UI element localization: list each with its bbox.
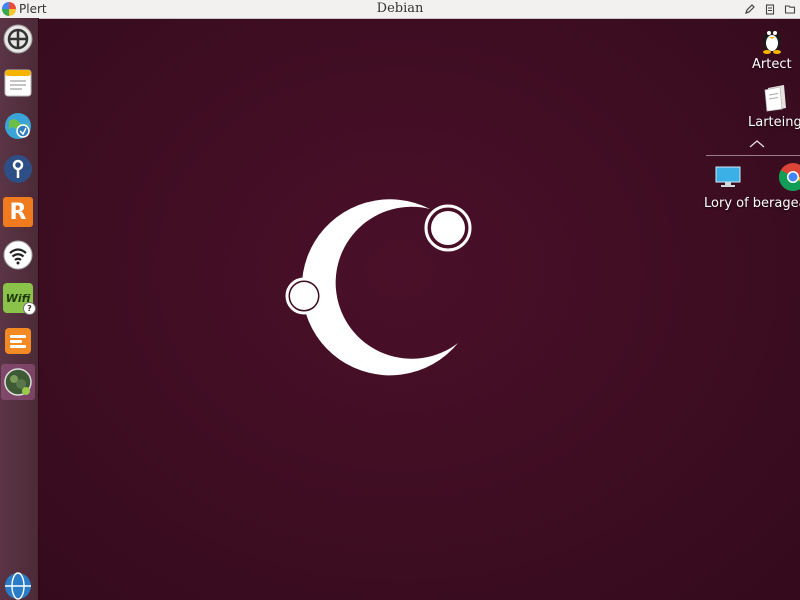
network-globe-icon — [3, 111, 33, 141]
desktop-icon-artect[interactable]: Artect — [752, 24, 792, 72]
chevron-up-icon[interactable] — [748, 138, 766, 150]
linux-tux-icon — [762, 30, 781, 54]
desktop-icon-larteing[interactable]: Larteing — [748, 84, 800, 130]
app-menu[interactable]: Plert — [2, 0, 47, 18]
monitor-icon — [715, 166, 741, 187]
text-editor-icon — [3, 68, 33, 98]
launcher-item-browser[interactable] — [1, 568, 35, 600]
r-app-icon: R — [3, 197, 33, 227]
clipboard-icon[interactable] — [764, 3, 776, 15]
launcher-item-r-app[interactable]: R — [1, 194, 35, 230]
desktop: Plert Debian R Wifi ? Artect Larteing Lo… — [0, 0, 800, 600]
system-tray — [744, 0, 796, 18]
launcher-item-orange-list[interactable] — [1, 323, 35, 359]
wifi-settings-icon: Wifi ? — [3, 283, 36, 315]
top-panel: Plert Debian — [0, 0, 800, 19]
desktop-icon-label: Artect — [752, 57, 792, 72]
wallpaper-logo-icon — [285, 199, 472, 376]
pencil-icon[interactable] — [744, 3, 756, 15]
launcher-item-network[interactable] — [1, 108, 35, 144]
app-name: Plert — [19, 2, 47, 16]
orange-list-icon — [3, 326, 33, 356]
launcher-item-key-tool[interactable] — [1, 151, 35, 187]
launcher-item-settings-hub[interactable] — [1, 21, 35, 57]
window-title: Debian — [376, 1, 424, 16]
icon-row — [704, 162, 800, 192]
chrome-icon[interactable] — [778, 162, 800, 192]
r-app-label: R — [9, 199, 27, 225]
launcher-item-gallery[interactable] — [1, 364, 35, 400]
app-logo-icon — [2, 2, 16, 16]
help-badge-icon: ? — [23, 302, 36, 315]
section-divider — [706, 155, 800, 156]
wifi-app-icon — [3, 240, 33, 270]
launcher-item-wifi-settings[interactable]: Wifi ? — [1, 280, 36, 316]
desktop-icon-lory[interactable]: Lory of beragea — [704, 162, 800, 211]
folder-icon[interactable] — [784, 3, 796, 15]
key-tool-icon — [3, 154, 33, 184]
launcher-item-text-editor[interactable] — [1, 65, 35, 101]
document-stack-icon — [764, 85, 786, 112]
launcher-item-wifi-app[interactable] — [1, 237, 35, 273]
launcher-dock: R Wifi ? — [0, 18, 39, 600]
desktop-icon-label: Lory of beragea — [704, 196, 800, 211]
desktop-icon-label: Larteing — [748, 115, 800, 130]
gallery-icon — [3, 367, 33, 397]
settings-hub-icon — [3, 24, 33, 54]
browser-globe-icon — [3, 571, 33, 600]
